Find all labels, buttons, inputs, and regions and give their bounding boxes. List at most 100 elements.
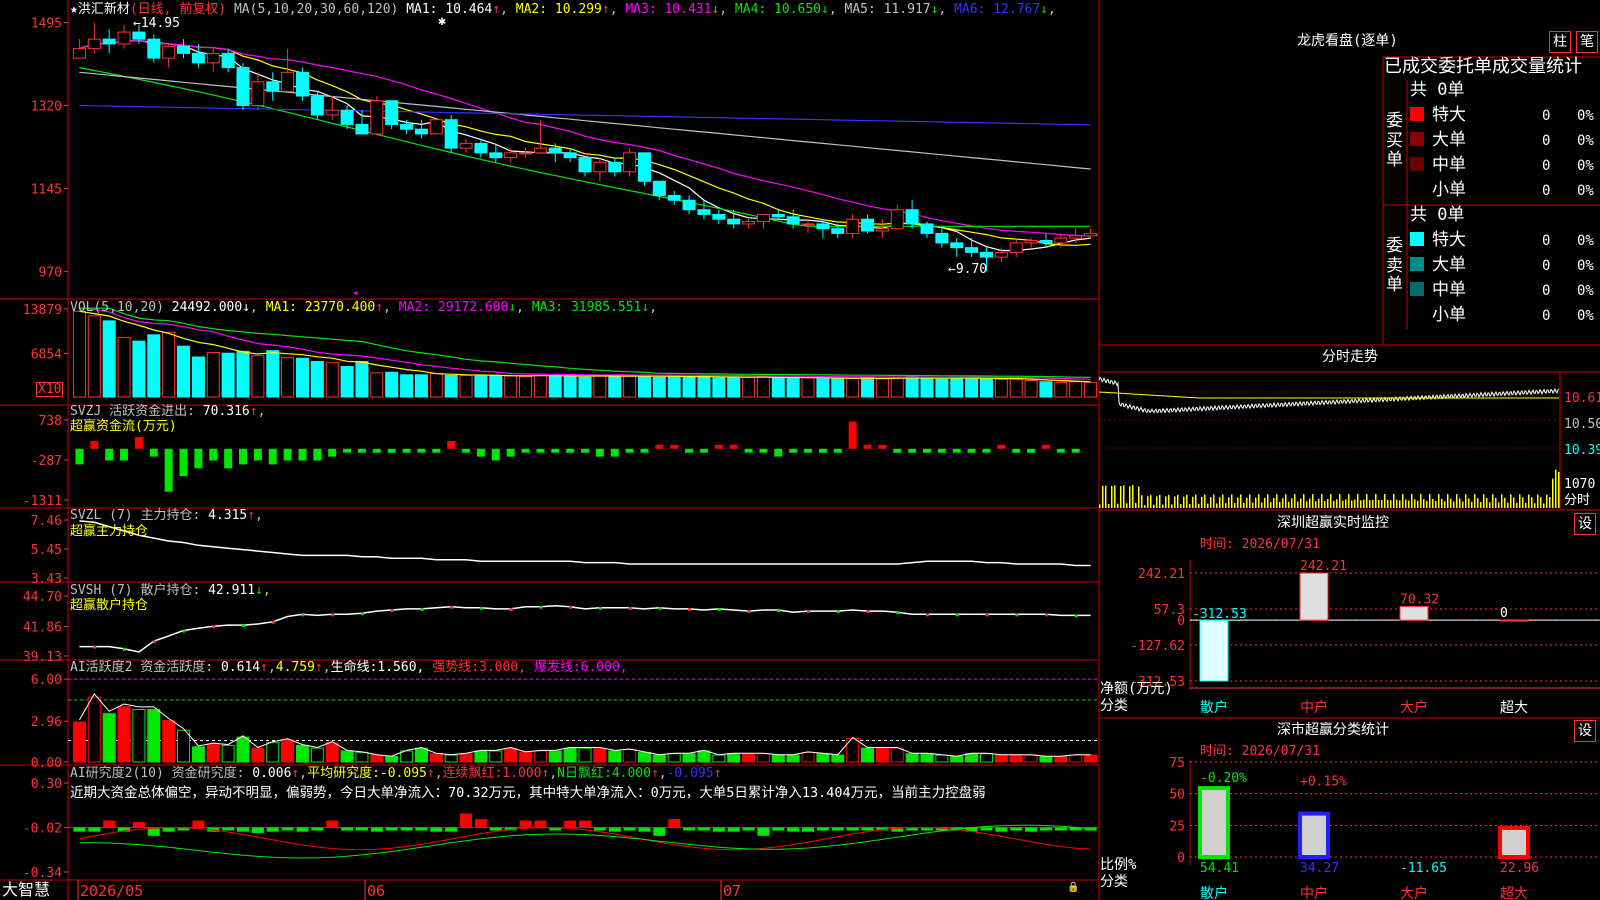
candle xyxy=(414,128,428,135)
retail-dot xyxy=(1044,613,1048,617)
fenshi-title: 分时走势 xyxy=(1322,349,1378,365)
volume-bar xyxy=(474,375,488,398)
intraday-vol-bar xyxy=(1105,485,1107,508)
bar-mode-button[interactable]: 柱 xyxy=(1549,31,1571,53)
research-bar xyxy=(772,827,785,831)
candle xyxy=(429,119,443,135)
candle xyxy=(846,218,860,234)
candle xyxy=(1039,240,1053,244)
activity-bar xyxy=(459,753,473,763)
volume-bar xyxy=(608,374,622,398)
activity-bar xyxy=(637,751,651,763)
intraday-vol-bar xyxy=(1336,499,1338,508)
candle xyxy=(593,161,607,173)
activity-bar xyxy=(652,754,666,763)
fund-flow-bar xyxy=(774,448,783,457)
szfl-value-1: 34.27 xyxy=(1300,861,1339,876)
volume-bar xyxy=(147,334,161,398)
activity-bar xyxy=(414,747,428,763)
research-bar xyxy=(430,827,443,832)
ma-item-5: MA5: 11.917↓ xyxy=(836,2,939,17)
candle xyxy=(548,147,562,154)
intraday-vol-bar xyxy=(1534,503,1536,508)
szjk-unit: 净额(万元) xyxy=(1100,681,1173,697)
szfl-cat-0: 散户 xyxy=(1200,885,1228,900)
szfl-settings-button[interactable]: 设 xyxy=(1574,720,1596,742)
intraday-vol-bar xyxy=(1252,502,1254,508)
research-bar xyxy=(341,827,354,831)
candle xyxy=(295,71,309,97)
intraday-vol-bar xyxy=(1267,494,1269,508)
lhb-count: 0 xyxy=(1542,258,1551,274)
retail-dot xyxy=(271,620,275,624)
fund-flow-bar xyxy=(239,448,247,465)
intraday-vol-bar xyxy=(1246,497,1248,508)
fund-flow-bar xyxy=(923,448,931,453)
volume-bar xyxy=(994,378,1008,398)
intraday-vol-bar xyxy=(1243,502,1245,508)
ai2-axis-1: -0.02 xyxy=(23,822,62,837)
candle xyxy=(905,209,919,225)
ma-line-MA5 xyxy=(79,71,1091,170)
research-bar xyxy=(266,827,279,832)
svzj-axis-2: -1311 xyxy=(23,494,62,509)
intraday-vol-bar xyxy=(1129,486,1131,508)
candle xyxy=(444,119,458,149)
szjk-settings-button[interactable]: 设 xyxy=(1574,513,1596,535)
activity-bar xyxy=(786,754,800,763)
stock-name[interactable]: 洪汇新材 xyxy=(78,2,130,17)
fund-flow-bar xyxy=(566,448,575,453)
lhb-tabs[interactable]: 已成交委托单成交量统计 xyxy=(1384,58,1582,76)
candle xyxy=(177,45,191,54)
fund-flow-bar xyxy=(982,448,991,453)
fund-flow-bar xyxy=(372,448,381,453)
research-bar xyxy=(281,827,294,831)
candle xyxy=(191,52,205,64)
intraday-vol-bar xyxy=(1540,497,1542,508)
activity-bar xyxy=(682,753,696,763)
intraday-vol-bar xyxy=(1405,499,1407,508)
activity-bar xyxy=(1054,755,1068,763)
svsh-axis-1: 41.86 xyxy=(23,621,62,636)
svzl-header: SVZL (7) 主力持仓: 4.315↑, xyxy=(70,508,263,523)
intraday-vol-bar xyxy=(1372,499,1374,508)
intraday-vol-bar xyxy=(1519,494,1521,508)
intraday-vol-bar xyxy=(1414,499,1416,508)
ma-line-MA6 xyxy=(79,104,1091,126)
intraday-vol-bar xyxy=(1198,503,1200,508)
retail-dot xyxy=(569,605,573,609)
activity-bar xyxy=(355,751,369,763)
candle xyxy=(251,81,265,106)
research-bar xyxy=(757,827,770,836)
fund-flow-bar xyxy=(343,448,352,453)
chart-mode[interactable]: (日线, 前复权) xyxy=(130,2,226,17)
intraday-vol-bar xyxy=(1189,503,1191,508)
fund-flow-bar xyxy=(804,448,813,453)
intraday-vol-bar xyxy=(1219,497,1221,508)
intraday-vol-bar xyxy=(1300,498,1302,508)
volume-bar xyxy=(325,362,339,398)
retail-dot xyxy=(360,612,364,616)
volume-bar xyxy=(236,350,250,398)
intraday-vol-bar xyxy=(1384,494,1386,508)
svzj-axis-0: 738 xyxy=(39,414,62,429)
vol-ma-item-3: MA3: 31985.551↓ xyxy=(531,300,650,315)
activity-bar xyxy=(1009,754,1023,763)
activity-bar xyxy=(533,750,547,763)
ai2-axis-0: 0.30 xyxy=(31,777,62,792)
volume-bar xyxy=(667,375,681,398)
intraday-vol-bar xyxy=(1117,503,1119,508)
intraday-vol-bar xyxy=(1228,497,1230,508)
tick-mode-button[interactable]: 笔 xyxy=(1576,31,1598,53)
price-axis-3: 970 xyxy=(39,265,62,280)
szjk-title: 深圳超赢实时监控 xyxy=(1277,515,1389,531)
candle xyxy=(370,100,384,135)
research-bar xyxy=(861,827,874,831)
fund-flow-bar xyxy=(521,448,530,453)
volume-bar xyxy=(117,336,131,398)
retail-dot xyxy=(539,605,543,609)
research-bar xyxy=(251,827,264,834)
intraday-vol-bar xyxy=(1504,497,1506,508)
volume-bar xyxy=(846,378,860,398)
intraday-vol-bar xyxy=(1111,485,1113,508)
